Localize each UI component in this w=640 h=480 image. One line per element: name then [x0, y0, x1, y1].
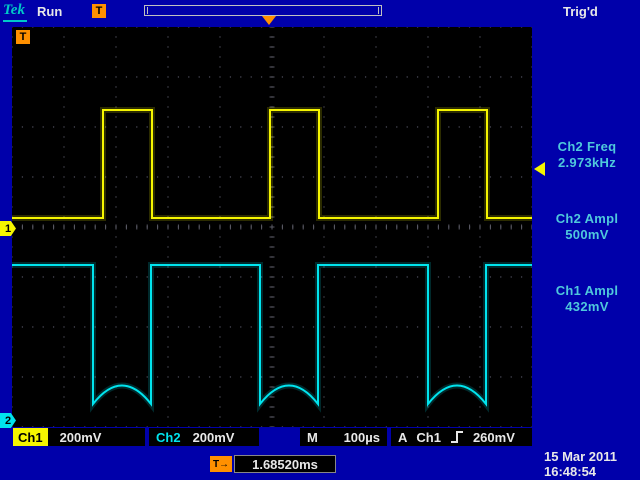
trigger-status: Trig'd: [563, 4, 598, 19]
acquisition-state: Run: [37, 4, 62, 19]
graticule-area: [12, 27, 532, 427]
horizontal-position-readout: T→ 1.68520ms: [210, 455, 336, 473]
trigger-mode-label: A: [398, 430, 407, 445]
measurement-ch1-ampl: Ch1 Ampl 432mV: [536, 283, 638, 315]
datetime-display: 15 Mar 2011 16:48:54: [544, 449, 617, 479]
date-text: 15 Mar 2011: [544, 449, 617, 464]
trigger-time-marker: T: [16, 30, 30, 44]
measurement-value: 500mV: [536, 227, 638, 243]
time-per-div: 100µs: [344, 430, 380, 445]
waveform-canvas: [12, 27, 532, 427]
time-text: 16:48:54: [544, 464, 617, 479]
trigger-readout: A Ch1 260mV: [391, 428, 532, 446]
timebase-label: M: [307, 430, 318, 445]
measurement-value: 432mV: [536, 299, 638, 315]
record-view-start-tick: [147, 7, 148, 14]
trigger-position-arrow-icon: [262, 16, 276, 25]
measurement-label: Ch2 Freq: [536, 139, 638, 155]
record-view-bar: [144, 5, 382, 16]
measurement-ch2-ampl: Ch2 Ampl 500mV: [536, 211, 638, 243]
measurement-ch2-freq: Ch2 Freq 2.973kHz: [536, 139, 638, 171]
trigger-delay-icon: T→: [210, 456, 232, 472]
tek-logo: Tek: [3, 2, 27, 22]
ch1-channel-badge: Ch1: [13, 428, 48, 446]
measurement-label: Ch1 Ampl: [536, 283, 638, 299]
measurement-label: Ch2 Ampl: [536, 211, 638, 227]
trigger-source-label: Ch1: [416, 430, 441, 445]
horizontal-position-value: 1.68520ms: [234, 455, 336, 473]
oscilloscope-screen: Tek Run T Trig'd T 1 2 Ch2 Freq 2.973kHz…: [0, 0, 640, 480]
timebase-readout: M 100µs: [300, 428, 387, 446]
trigger-level-value: 260mV: [473, 430, 515, 445]
record-view-end-tick: [378, 7, 379, 14]
measurement-value: 2.973kHz: [536, 155, 638, 171]
ch1-waveform-glow: [12, 110, 532, 218]
ch2-volts-per-div: 200mV: [193, 430, 235, 445]
ch2-channel-label: Ch2: [156, 430, 181, 445]
rising-edge-slope-icon: [450, 430, 464, 444]
trigger-position-icon: T: [92, 4, 106, 18]
ch1-scale-readout: Ch1 200mV: [13, 428, 145, 446]
ch2-waveform-glow: [12, 265, 532, 404]
ch2-scale-readout: Ch2 200mV: [149, 428, 259, 446]
ch1-volts-per-div: 200mV: [60, 430, 102, 445]
